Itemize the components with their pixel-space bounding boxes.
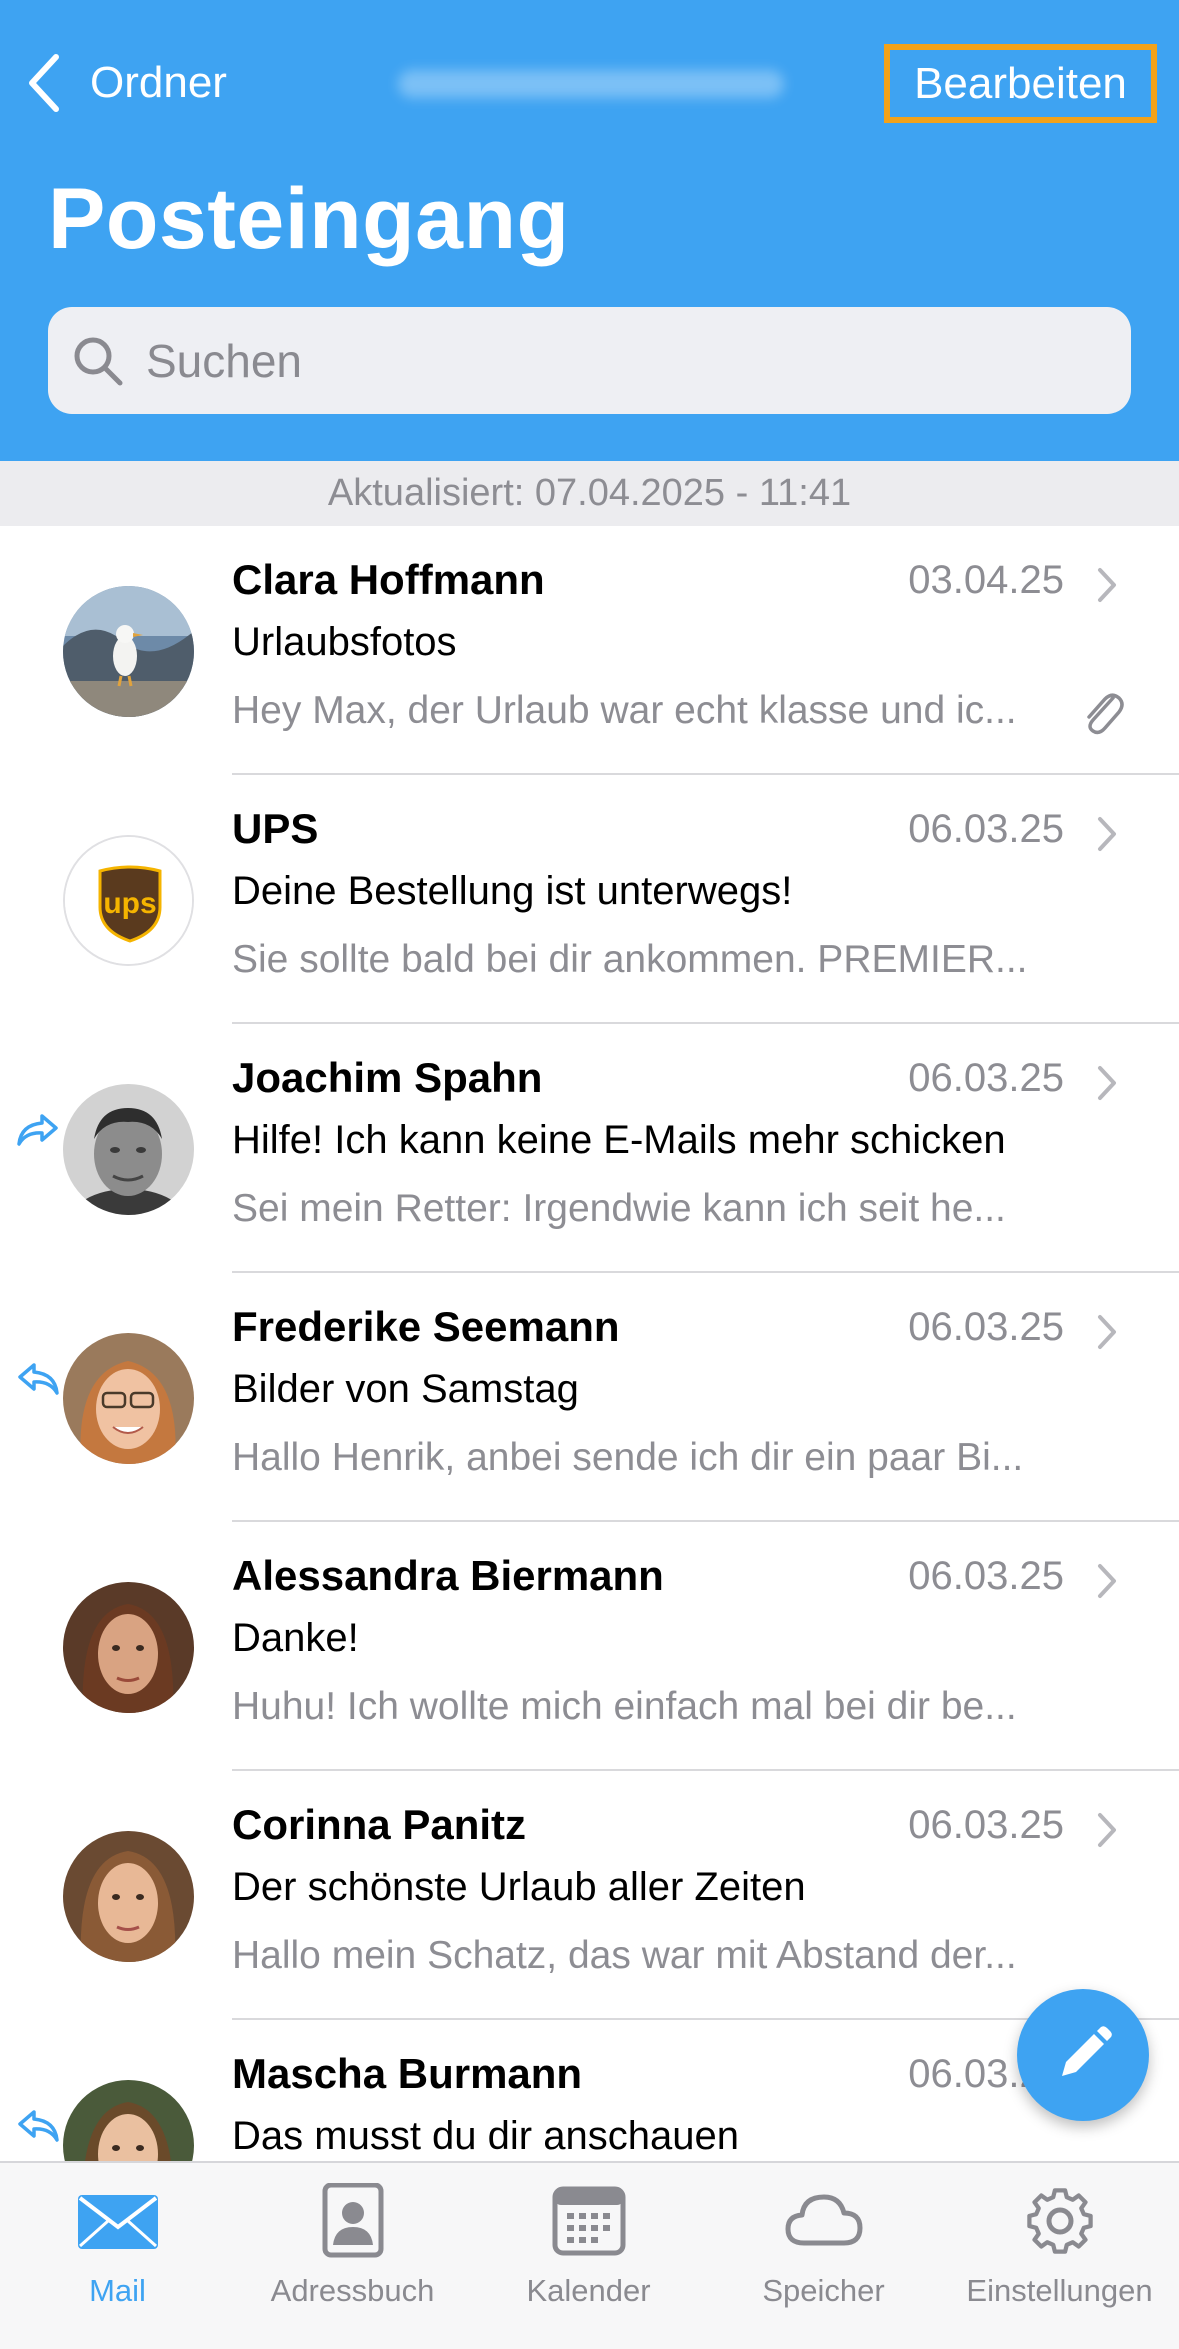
avatar: ups	[63, 835, 194, 966]
message-preview: Sei mein Retter: Irgendwie kann ich seit…	[232, 1187, 1006, 1230]
message-sender: UPS	[232, 805, 319, 852]
compose-button[interactable]	[1017, 1989, 1149, 2121]
avatar	[63, 1831, 194, 1962]
message-subject: Urlaubsfotos	[232, 620, 457, 664]
tab-calendar[interactable]: Kalender	[471, 2183, 706, 2333]
message-date: 06.03.25	[908, 807, 1064, 851]
replied-icon	[18, 1363, 59, 1395]
search-icon	[74, 337, 123, 385]
message-row[interactable]: Clara Hoffmann 03.04.25 Urlaubsfotos Hey…	[0, 526, 1179, 775]
message-preview: Sie sollte bald bei dir ankommen. PREMIE…	[232, 938, 1028, 981]
message-list[interactable]: Clara Hoffmann 03.04.25 Urlaubsfotos Hey…	[0, 526, 1179, 2161]
message-sender: Frederike Seemann	[232, 1303, 620, 1350]
message-row[interactable]: Corinna Panitz 06.03.25 Der schönste Url…	[0, 1771, 1179, 2020]
chevron-right-icon	[1098, 1564, 1116, 1598]
message-sender: Joachim Spahn	[232, 1054, 543, 1101]
search-bar[interactable]	[48, 307, 1131, 414]
tab-label: Einstellungen	[966, 2273, 1153, 2308]
contact-card-icon	[322, 2183, 383, 2258]
avatar	[63, 586, 194, 717]
message-preview: Hey Max, der Urlaub war echt klasse und …	[232, 689, 1017, 732]
message-date: 06.03.25	[908, 1056, 1064, 1100]
message-subject: Danke!	[232, 1616, 359, 1660]
message-date: 06.03.25	[908, 1803, 1064, 1847]
message-row[interactable]: ups UPS 06.03.25 Deine Bestellung ist un…	[0, 775, 1179, 1024]
chevron-right-icon	[1098, 1315, 1116, 1349]
tab-label: Speicher	[762, 2273, 885, 2308]
message-date: 06.03.25	[908, 1305, 1064, 1349]
tab-settings[interactable]: Einstellungen	[942, 2183, 1177, 2333]
message-subject: Deine Bestellung ist unterwegs!	[232, 869, 793, 913]
forwarded-icon	[17, 1114, 58, 1146]
tab-label: Adressbuch	[270, 2273, 435, 2308]
paperclip-icon	[1087, 693, 1124, 735]
ups-logo: ups	[65, 837, 192, 964]
edit-button[interactable]: Bearbeiten	[884, 44, 1157, 123]
message-row[interactable]: Joachim Spahn 06.03.25 Hilfe! Ich kann k…	[0, 1024, 1179, 1273]
avatar	[63, 2080, 194, 2161]
avatar	[63, 1582, 194, 1713]
avatar	[63, 1084, 194, 1215]
pencil-icon	[1062, 2026, 1112, 2076]
calendar-icon	[552, 2186, 625, 2256]
message-sender: Alessandra Biermann	[232, 1552, 664, 1599]
back-button-label: Ordner	[90, 58, 227, 107]
chevron-left-icon	[29, 54, 59, 112]
back-button[interactable]: Ordner	[24, 48, 227, 118]
message-subject: Das musst du dir anschauen	[232, 2114, 739, 2158]
message-sender: Mascha Burmann	[232, 2050, 583, 2097]
tab-mail[interactable]: Mail	[0, 2183, 235, 2333]
account-name-blurred	[398, 70, 784, 98]
tab-bar: Mail Adressbuch Kalender Speicher Einste…	[0, 2161, 1179, 2349]
message-preview: Huhu! Ich wollte mich einfach mal bei di…	[232, 1685, 1017, 1728]
avatar	[63, 1333, 194, 1464]
tab-address-book[interactable]: Adressbuch	[235, 2183, 470, 2333]
gear-icon	[1026, 2188, 1093, 2254]
svg-text:ups: ups	[103, 887, 156, 920]
chevron-right-icon	[1098, 1813, 1116, 1847]
message-subject: Der schönste Urlaub aller Zeiten	[232, 1865, 806, 1909]
navigation-header: Ordner Bearbeiten Posteingang	[0, 0, 1179, 461]
page-title: Posteingang	[48, 171, 570, 267]
replied-icon	[18, 2110, 59, 2142]
message-preview: Hallo Henrik, anbei sende ich dir ein pa…	[232, 1436, 1024, 1479]
tab-storage[interactable]: Speicher	[706, 2183, 941, 2333]
message-row[interactable]: Frederike Seemann 06.03.25 Bilder von Sa…	[0, 1273, 1179, 1522]
message-row[interactable]: Alessandra Biermann 06.03.25 Danke! Huhu…	[0, 1522, 1179, 1771]
tab-label: Mail	[89, 2273, 146, 2308]
search-input[interactable]	[146, 333, 1046, 388]
chevron-right-icon	[1098, 568, 1116, 602]
last-updated-label: Aktualisiert: 07.04.2025 - 11:41	[0, 461, 1179, 526]
message-date: 06.03.25	[908, 1554, 1064, 1598]
message-row[interactable]: Mascha Burmann 06.03.25 Das musst du dir…	[0, 2020, 1179, 2161]
message-date: 03.04.25	[908, 558, 1064, 602]
message-subject: Bilder von Samstag	[232, 1367, 579, 1411]
tab-label: Kalender	[526, 2273, 651, 2308]
chevron-right-icon	[1098, 817, 1116, 851]
chevron-right-icon	[1098, 1066, 1116, 1100]
message-sender: Corinna Panitz	[232, 1801, 527, 1848]
message-preview: Hallo mein Schatz, das war mit Abstand d…	[232, 1934, 1017, 1977]
message-sender: Clara Hoffmann	[232, 556, 545, 603]
message-subject: Hilfe! Ich kann keine E-Mails mehr schic…	[232, 1118, 1006, 1162]
cloud-icon	[785, 2194, 862, 2246]
envelope-icon	[77, 2195, 158, 2249]
